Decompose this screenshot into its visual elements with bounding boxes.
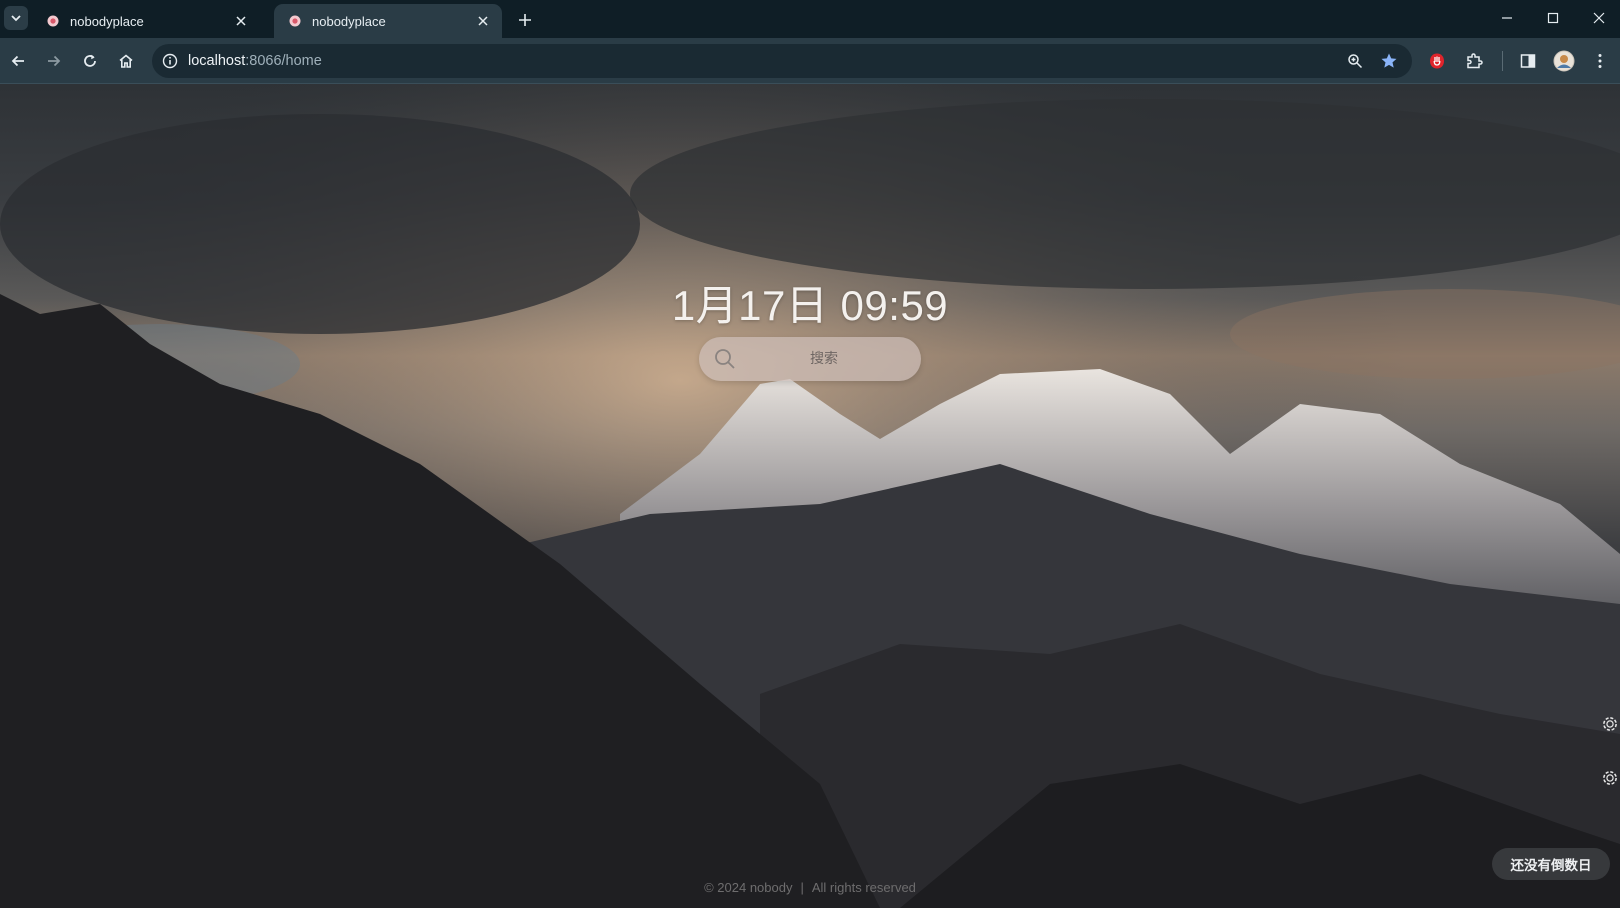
plus-icon [519, 14, 531, 26]
puzzle-icon [1467, 53, 1483, 69]
tab-strip: nobodyplace nobodyplace [0, 0, 1620, 38]
extensions-button[interactable] [1461, 48, 1487, 74]
mountain-background-image [0, 84, 1620, 908]
url-path: :8066/home [245, 53, 322, 69]
gear-icon [1603, 771, 1617, 785]
profile-button[interactable] [1551, 48, 1577, 74]
back-button[interactable] [4, 47, 32, 75]
url-host: localhost [188, 53, 246, 69]
maximize-icon [1547, 12, 1559, 24]
close-window-button[interactable] [1579, 4, 1619, 32]
arrow-right-icon [48, 55, 61, 67]
star-icon [1381, 53, 1397, 68]
tab-search-button[interactable] [4, 6, 28, 30]
side-panel-icon [1520, 54, 1536, 68]
info-icon [162, 53, 178, 69]
extension-red-button[interactable] [1424, 48, 1450, 74]
site-info-button[interactable] [160, 51, 180, 71]
footer-separator: | [800, 880, 804, 895]
red-hand-icon [1430, 53, 1444, 69]
close-icon [1593, 12, 1605, 24]
page-footer: © 2024 nobody | All rights reserved [0, 880, 1620, 895]
minimize-icon [1502, 17, 1512, 19]
browser-menu-button[interactable] [1587, 48, 1613, 74]
search-icon [715, 349, 735, 369]
footer-copyright: © 2024 nobody [704, 880, 793, 895]
chevron-down-icon [11, 15, 21, 22]
browser-toolbar: localhost:8066/home [0, 38, 1620, 84]
avatar-icon [1553, 50, 1575, 72]
bookmark-button[interactable] [1378, 50, 1400, 72]
reload-icon [84, 54, 96, 67]
search-box[interactable] [699, 337, 921, 381]
side-panel-button[interactable] [1515, 48, 1541, 74]
settings-side-button[interactable] [1600, 710, 1620, 738]
minimize-button[interactable] [1487, 4, 1527, 32]
gear-icon [1603, 717, 1617, 731]
page-content: 1月17日 09:59 还没有倒数日 © 2024 nobody | All rig… [0, 84, 1620, 908]
home-button[interactable] [112, 47, 140, 75]
close-icon [478, 16, 488, 26]
footer-rights: All rights reserved [811, 880, 916, 895]
new-tab-button[interactable] [513, 8, 537, 32]
close-icon [236, 16, 246, 26]
address-bar[interactable]: localhost:8066/home [152, 44, 1412, 78]
arrow-left-icon [11, 55, 24, 67]
countdown-days-button[interactable]: 还没有倒数日 [1492, 848, 1610, 880]
maximize-button[interactable] [1533, 4, 1573, 32]
site-favicon-icon [289, 15, 301, 27]
search-input[interactable] [743, 337, 905, 381]
close-tab-button[interactable] [232, 12, 250, 30]
clock-display: 1月17日 09:59 [671, 282, 949, 329]
home-icon [119, 54, 133, 68]
url-text: localhost:8066/home [188, 53, 322, 69]
tab-nobodyplace-1[interactable]: nobodyplace [32, 4, 260, 38]
theme-side-button[interactable] [1600, 764, 1620, 792]
toolbar-divider [1502, 51, 1503, 71]
kebab-menu-icon [1598, 54, 1602, 68]
zoom-button[interactable] [1344, 50, 1366, 72]
zoom-icon [1348, 54, 1363, 69]
tab-title: nobodyplace [70, 13, 144, 29]
forward-button[interactable] [40, 47, 68, 75]
close-tab-button[interactable] [474, 12, 492, 30]
tab-nobodyplace-2[interactable]: nobodyplace [274, 4, 502, 38]
site-favicon-icon [47, 15, 59, 27]
reload-button[interactable] [76, 47, 104, 75]
tab-title: nobodyplace [312, 13, 386, 29]
